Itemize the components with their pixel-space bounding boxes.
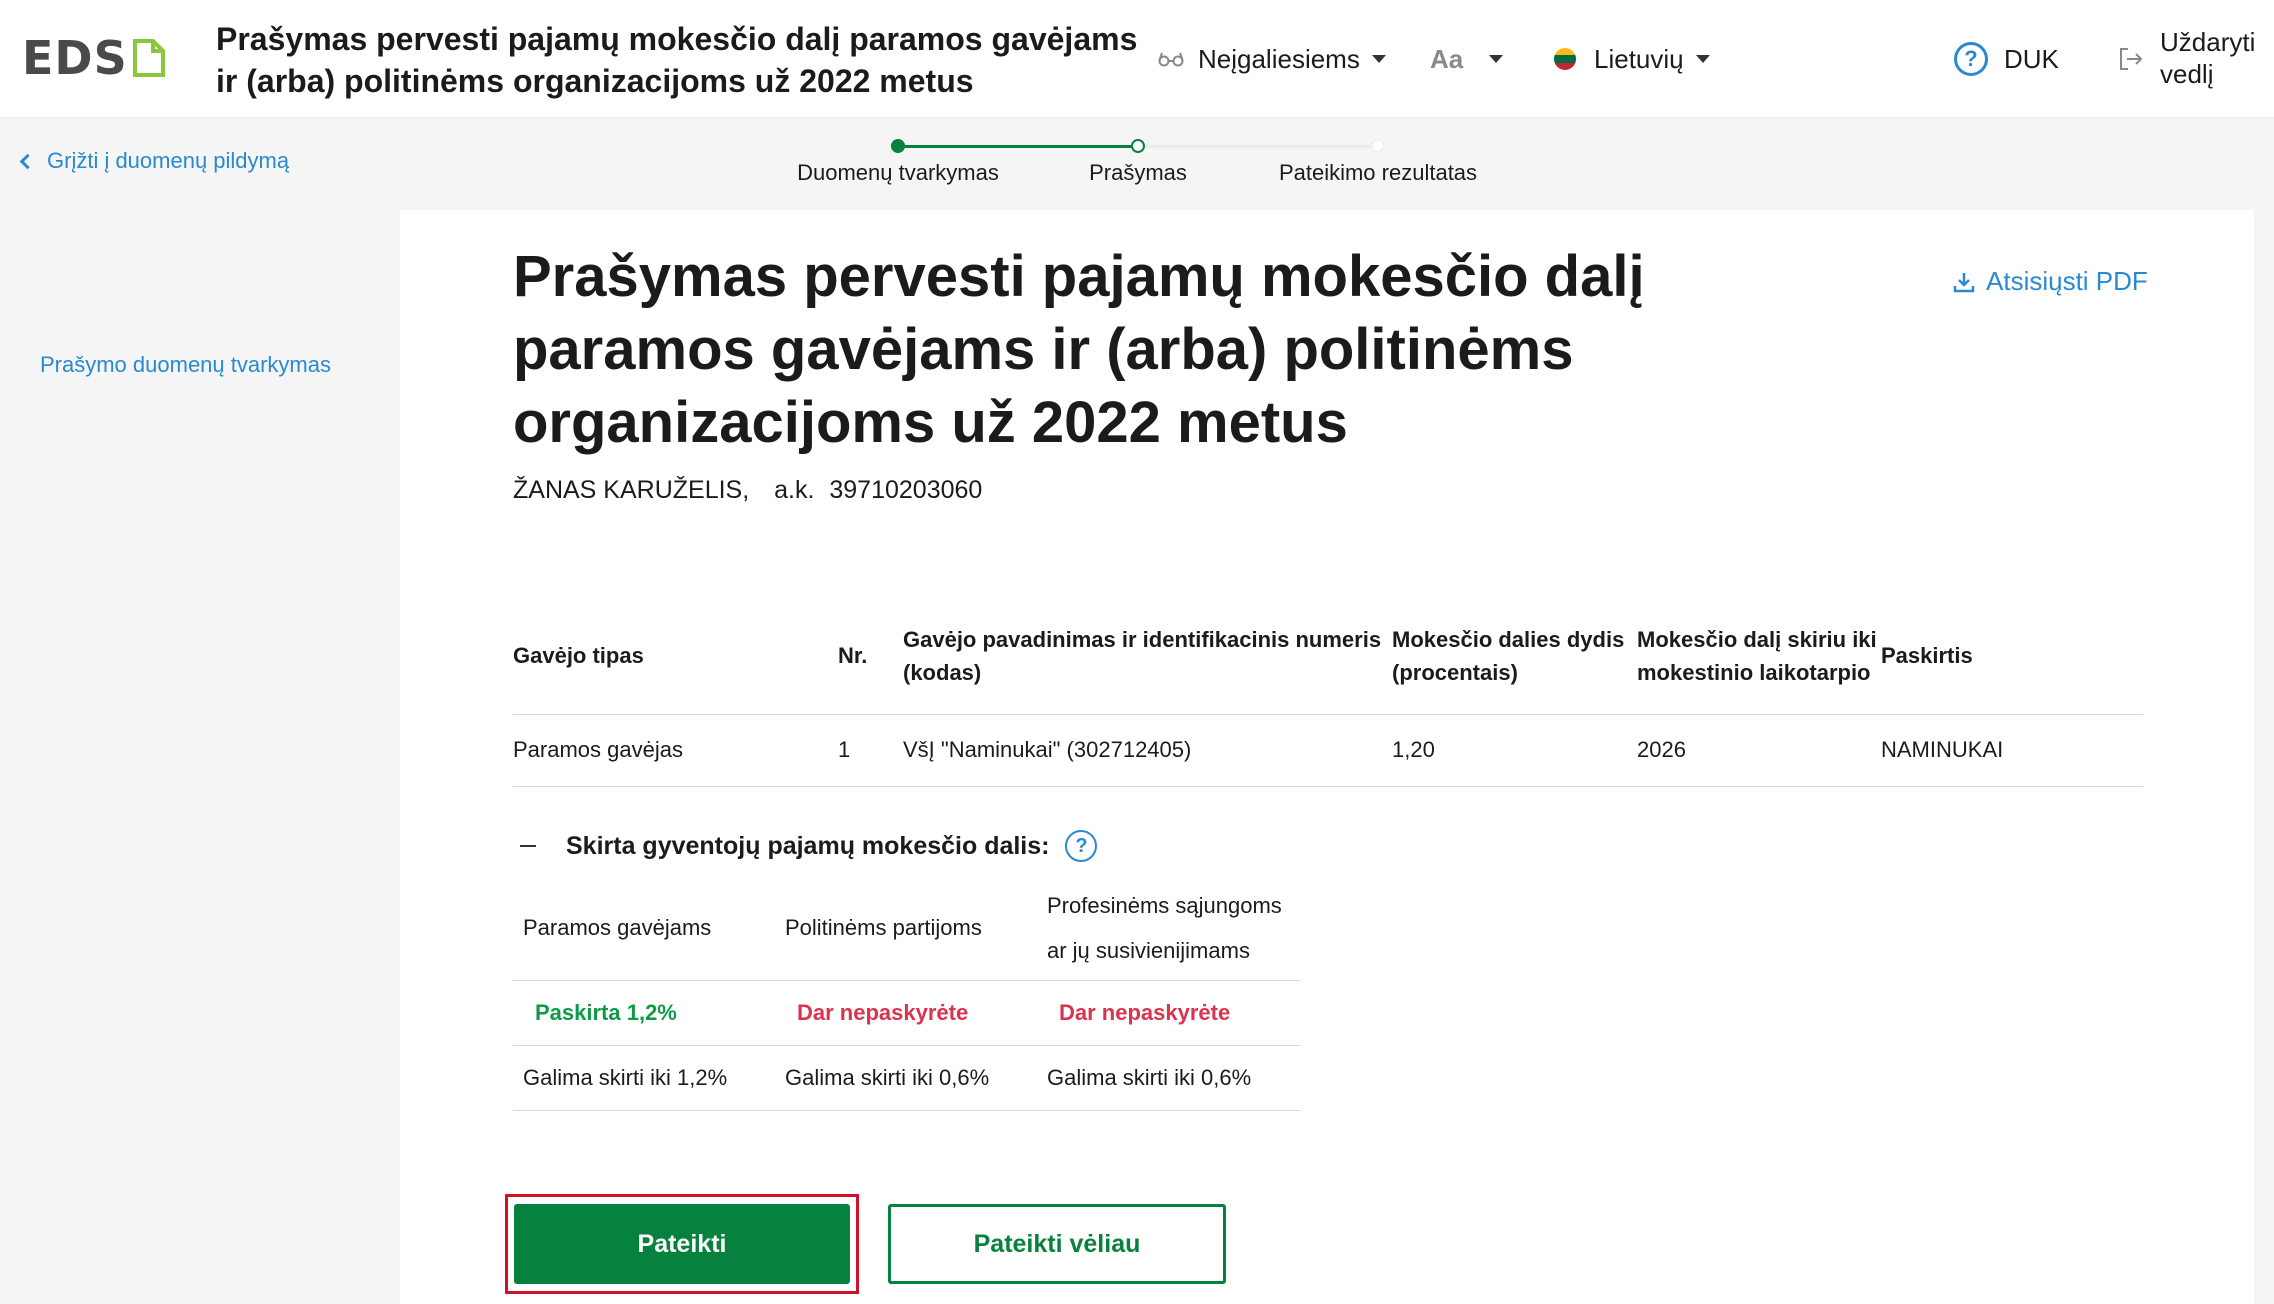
table-row: Paramos gavėjas 1 VšĮ "Naminukai" (30271…: [513, 714, 2143, 787]
logo-text: EDS: [22, 31, 128, 85]
chevron-down-icon: [1695, 55, 1710, 63]
app-header: EDS Prašymas pervesti pajamų mokesčio da…: [0, 0, 2274, 118]
language-dropdown[interactable]: Lietuvių: [1554, 36, 1710, 82]
font-size-label: Aa: [1430, 43, 1464, 74]
table-header-row: Gavėjo tipas Nr. Gavėjo pavadinimas ir i…: [513, 598, 2143, 715]
help-icon: ?: [1954, 42, 1988, 76]
step-label-1: Duomenų tvarkymas: [797, 160, 999, 185]
column-header: Mokesčio dalį skiriu iki mokestinio laik…: [1637, 598, 1881, 715]
step-line-pending: [1138, 145, 1378, 148]
table-cell: VšĮ "Naminukai" (302712405): [903, 714, 1392, 787]
logout-icon[interactable]: [2118, 46, 2144, 72]
share-table: Paramos gavėjams Politinėms partijoms Pr…: [513, 876, 1301, 1111]
column-header: Mokesčio dalies dydis (procentais): [1392, 598, 1637, 715]
step-dot-pending: [1371, 139, 1385, 153]
person-name: ŽANAS KARUŽELIS,: [513, 476, 750, 504]
step-dot-current: [1131, 139, 1145, 153]
share-section-toggle[interactable]: Skirta gyventojų pajamų mokesčio dalis: …: [520, 830, 1098, 862]
submit-button[interactable]: Pateikti: [514, 1204, 850, 1284]
submit-later-button[interactable]: Pateikti vėliau: [888, 1204, 1226, 1284]
header-title: Prašymas pervesti pajamų mokesčio dalį p…: [216, 21, 1138, 99]
recipients-table: Gavėjo tipas Nr. Gavėjo pavadinimas ir i…: [513, 598, 2143, 787]
share-header-row: Paramos gavėjams Politinėms partijoms Pr…: [513, 876, 1301, 981]
download-icon: [1953, 272, 1975, 292]
person-code: 39710203060: [829, 476, 983, 504]
main-content: Prašymas pervesti pajamų mokesčio dalį p…: [400, 210, 2254, 1304]
column-header: Politinėms partijoms: [775, 876, 1037, 981]
status-badge: Dar nepaskyrėte: [775, 980, 1037, 1046]
share-limit-row: Galima skirti iki 1,2% Galima skirti iki…: [513, 1045, 1301, 1111]
chevron-left-icon: [19, 153, 36, 169]
limit-text: Galima skirti iki 1,2%: [513, 1045, 775, 1111]
status-badge: Dar nepaskyrėte: [1037, 980, 1301, 1046]
column-header: Gavėjo pavadinimas ir identifikacinis nu…: [903, 598, 1392, 715]
sidebar-link-data-management[interactable]: Prašymo duomenų tvarkymas: [40, 352, 331, 378]
chevron-down-icon: [1371, 55, 1386, 63]
column-header: Profesinėms sąjungoms ar jų susivienijim…: [1037, 876, 1301, 981]
person-info: ŽANAS KARUŽELIS, a.k. 39710203060: [513, 476, 982, 505]
language-label: Lietuvių: [1594, 43, 1684, 74]
step-line-done: [898, 145, 1138, 148]
lithuania-flag-icon: [1554, 48, 1576, 70]
close-wizard-button[interactable]: Uždaryti vedlį: [2160, 26, 2270, 90]
download-pdf-link[interactable]: Atsisiųsti PDF: [1952, 266, 2148, 297]
limit-text: Galima skirti iki 0,6%: [775, 1045, 1037, 1111]
table-cell: 2026: [1637, 714, 1881, 787]
faq-label: DUK: [2004, 43, 2059, 74]
eds-logo[interactable]: EDS: [22, 34, 166, 82]
step-label-3: Pateikimo rezultatas: [1278, 160, 1478, 185]
download-pdf-label: Atsisiųsti PDF: [1986, 266, 2148, 296]
table-cell: NAMINUKAI: [1881, 714, 2143, 787]
document-icon: [132, 39, 165, 77]
person-code-label: a.k.: [774, 476, 815, 504]
table-cell: Paramos gavėjas: [513, 714, 838, 787]
table-cell: 1,20: [1392, 714, 1637, 787]
column-header: Gavėjo tipas: [513, 598, 838, 715]
glasses-icon: [1158, 52, 1184, 67]
chevron-down-icon: [1489, 55, 1504, 63]
accessibility-label: Neįgaliesiems: [1198, 43, 1360, 74]
sidebar: Prašymo duomenų tvarkymas: [0, 210, 400, 1304]
column-header: Paskirtis: [1881, 598, 2143, 715]
page-title: Prašymas pervesti pajamų mokesčio dalį p…: [513, 244, 1645, 455]
share-status-row: Paskirta 1,2% Dar nepaskyrėte Dar nepask…: [513, 980, 1301, 1046]
step-dot-done: [891, 139, 905, 153]
collapse-icon: [520, 845, 536, 847]
accessibility-dropdown[interactable]: Neįgaliesiems: [1158, 36, 1386, 82]
limit-text: Galima skirti iki 0,6%: [1037, 1045, 1301, 1111]
faq-link[interactable]: ? DUK: [1954, 36, 2059, 82]
table-cell: 1: [838, 714, 903, 787]
column-header: Nr.: [838, 598, 903, 715]
step-label-2: Prašymas: [1089, 160, 1187, 185]
stepper: Duomenų tvarkymas Prašymas Pateikimo rez…: [790, 118, 1510, 210]
status-badge: Paskirta 1,2%: [513, 980, 775, 1046]
share-section-title: Skirta gyventojų pajamų mokesčio dalis:: [566, 831, 1050, 860]
back-link[interactable]: Grįžti į duomenų pildymą: [19, 148, 290, 174]
help-icon[interactable]: ?: [1065, 830, 1098, 862]
progress-bar: Grįžti į duomenų pildymą Duomenų tvarkym…: [0, 118, 2274, 210]
font-size-dropdown[interactable]: Aa: [1430, 36, 1504, 82]
right-gutter: [2254, 210, 2274, 1304]
back-label: Grįžti į duomenų pildymą: [47, 148, 290, 173]
column-header: Paramos gavėjams: [513, 876, 775, 981]
